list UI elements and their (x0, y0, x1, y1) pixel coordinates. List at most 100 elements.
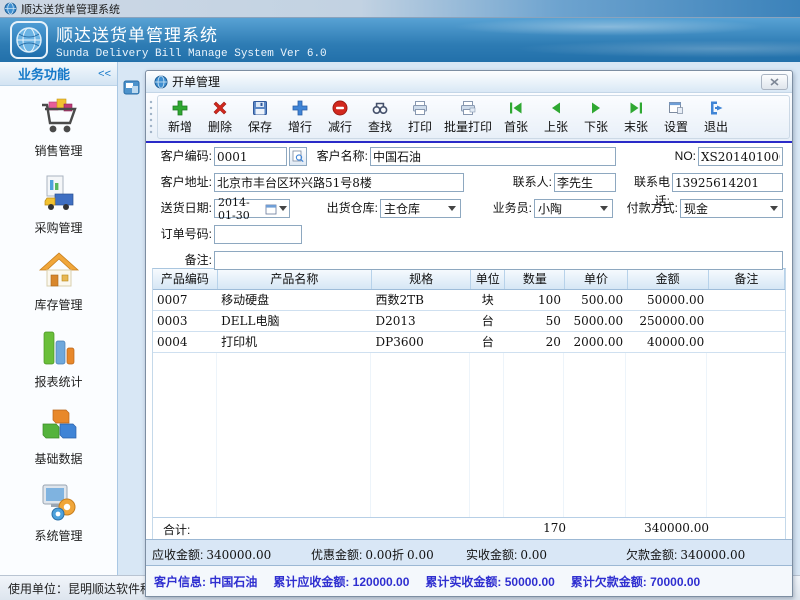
delivery-date-value: 2014-01-30 (215, 196, 265, 222)
app-root: 顺达送货单管理系统 顺达送货单管理系统 Sunda Delivery Bill … (0, 0, 800, 600)
settings-icon (667, 99, 685, 117)
toolbar-button-label: 首张 (504, 118, 528, 135)
bill-no-label: NO: (654, 147, 696, 166)
toolbar-button-find[interactable]: 查找 (360, 98, 400, 136)
cell-unit[interactable]: 台 (471, 331, 505, 352)
cell-remark[interactable] (708, 331, 784, 352)
sidebar-item-purchase[interactable]: 采购管理 (0, 173, 117, 236)
toolbar-button-remove-row[interactable]: 减行 (320, 98, 360, 136)
cell-product-code[interactable]: 0004 (153, 331, 217, 352)
customer-name-label: 客户名称: (306, 147, 368, 166)
toolbar-gripper[interactable] (148, 99, 155, 135)
toolbar-button-new[interactable]: 新增 (160, 98, 200, 136)
purchase-truck-icon (37, 173, 81, 215)
sidebar-items: 销售管理 采购管理 库存管理 报表统计 基础数据 系统管理 (0, 86, 117, 544)
status-customer-info: 客户信息: 中国石油 (154, 573, 257, 590)
chevron-down-icon (770, 206, 778, 211)
salesman-label: 业务员: (484, 199, 532, 218)
order-window-titlebar: 开单管理 (146, 71, 792, 93)
cell-remark[interactable] (708, 289, 784, 310)
cell-remark[interactable] (708, 310, 784, 331)
phone-label: 联系电话: (620, 173, 670, 192)
sidebar-item-basedata[interactable]: 基础数据 (0, 404, 117, 467)
toolbar-button-batch-print[interactable]: 批量打印 (440, 98, 496, 136)
toolbar-button-print[interactable]: 打印 (400, 98, 440, 136)
cell-qty[interactable]: 100 (505, 289, 565, 310)
salesman-select[interactable]: 小陶 (534, 199, 613, 218)
app-logo-icon (10, 21, 48, 59)
contact-label: 联系人: (502, 173, 552, 192)
cell-unit[interactable]: 块 (471, 289, 505, 310)
cell-product-name[interactable]: DELL电脑 (217, 310, 371, 331)
cell-spec[interactable]: D2013 (372, 310, 471, 331)
order-no-label: 订单号码: (148, 225, 212, 244)
sidebar-collapse-button[interactable]: << (98, 68, 111, 80)
toolbar-button-delete[interactable]: 删除 (200, 98, 240, 136)
payment-select[interactable]: 现金 (680, 199, 783, 218)
phone-input[interactable] (672, 173, 783, 192)
cell-price[interactable]: 500.00 (565, 289, 627, 310)
toolbar-button-label: 设置 (664, 118, 688, 135)
cell-amount[interactable]: 40000.00 (627, 331, 708, 352)
table-row[interactable]: 0007 移动硬盘 西数2TB 块 100 500.00 50000.00 (153, 289, 785, 310)
customer-address-input[interactable] (214, 173, 464, 192)
cell-product-code[interactable]: 0007 (153, 289, 217, 310)
sidebar-item-reports[interactable]: 报表统计 (0, 327, 117, 390)
cell-product-name[interactable]: 移动硬盘 (217, 289, 371, 310)
table-row[interactable]: 0004 打印机 DP3600 台 20 2000.00 40000.00 (153, 331, 785, 352)
toolbar-button-settings[interactable]: 设置 (656, 98, 696, 136)
toolbar-button-prev[interactable]: 上张 (536, 98, 576, 136)
payment-label: 付款方式: (618, 199, 678, 218)
table-header-row: 产品编码 产品名称 规格 单位 数量 单价 金额 备注 (153, 269, 785, 289)
customer-code-input[interactable] (214, 147, 287, 166)
toolbar-button-add-row[interactable]: 增行 (280, 98, 320, 136)
app-titlebar: 顺达送货单管理系统 (0, 0, 800, 18)
cell-price[interactable]: 5000.00 (565, 310, 627, 331)
toolbar-button-exit[interactable]: 退出 (696, 98, 736, 136)
sidebar-item-inventory[interactable]: 库存管理 (0, 250, 117, 313)
discount-group: 优惠金额:0.00 (311, 546, 392, 563)
warehouse-value: 主仓库 (381, 200, 448, 217)
toolbar-button-label: 新增 (168, 118, 192, 135)
sidebar-item-label: 库存管理 (34, 296, 82, 313)
warehouse-select[interactable]: 主仓库 (380, 199, 461, 218)
app-window-title: 顺达送货单管理系统 (21, 1, 120, 17)
customer-name-input[interactable] (370, 147, 616, 166)
toolbar-button-next[interactable]: 下张 (576, 98, 616, 136)
add-icon (171, 99, 189, 117)
sidebar-item-system[interactable]: 系统管理 (0, 481, 117, 544)
product-grid: 产品编码 产品名称 规格 单位 数量 单价 金额 备注 0007 移动硬盘 西数 (152, 268, 786, 539)
remark-input[interactable] (214, 251, 783, 270)
cell-amount[interactable]: 50000.00 (627, 289, 708, 310)
add-row-icon (291, 99, 309, 117)
delivery-date-picker[interactable]: 2014-01-30 (214, 199, 290, 218)
batch-print-icon (459, 99, 477, 117)
toolbar-button-label: 批量打印 (444, 118, 492, 135)
mdi-window-tab-icon[interactable] (123, 80, 140, 95)
cell-spec[interactable]: DP3600 (372, 331, 471, 352)
sidebar-item-sales[interactable]: 销售管理 (0, 96, 117, 159)
first-icon (507, 99, 525, 117)
customer-lookup-button[interactable] (289, 147, 307, 166)
bill-no-input[interactable] (698, 147, 783, 166)
cell-qty[interactable]: 50 (505, 310, 565, 331)
banner-subtitle: Sunda Delivery Bill Manage System Ver 6.… (56, 48, 327, 60)
receivable-value: 340000.00 (206, 548, 271, 562)
toolbar-button-save[interactable]: 保存 (240, 98, 280, 136)
cell-product-code[interactable]: 0003 (153, 310, 217, 331)
cell-unit[interactable]: 台 (471, 310, 505, 331)
next-icon (587, 99, 605, 117)
contact-input[interactable] (554, 173, 616, 192)
close-button[interactable] (761, 74, 788, 90)
toolbar-button-first[interactable]: 首张 (496, 98, 536, 136)
table-row[interactable]: 0003 DELL电脑 D2013 台 50 5000.00 250000.00 (153, 310, 785, 331)
customer-address-label: 客户地址: (148, 173, 212, 192)
cell-amount[interactable]: 250000.00 (627, 310, 708, 331)
cell-spec[interactable]: 西数2TB (372, 289, 471, 310)
cell-product-name[interactable]: 打印机 (217, 331, 371, 352)
cell-qty[interactable]: 20 (505, 331, 565, 352)
cell-price[interactable]: 2000.00 (565, 331, 627, 352)
toolbar-button-last[interactable]: 末张 (616, 98, 656, 136)
order-no-input[interactable] (214, 225, 302, 244)
arrears-group: 欠款金额:340000.00 (626, 546, 745, 563)
